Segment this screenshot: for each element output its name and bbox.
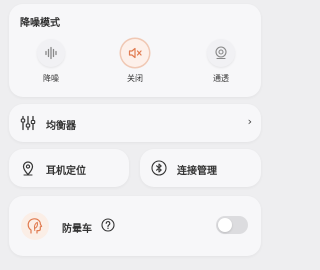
mode-label: 通透	[213, 74, 229, 83]
connection-label: 连接管理	[177, 166, 217, 177]
equalizer-label: 均衡器	[46, 121, 76, 132]
mute-speaker-icon	[121, 39, 149, 67]
locate-earbuds-button[interactable]: 耳机定位	[9, 149, 129, 187]
mode-label: 关闭	[127, 74, 143, 83]
motion-sickness-label: 防晕车	[62, 224, 92, 235]
chevron-right-icon: ›	[247, 115, 252, 128]
location-pin-icon	[20, 160, 36, 180]
motion-sickness-card: 防晕车	[9, 196, 261, 256]
noise-control-card: 降噪模式 降噪 关闭 通透	[9, 4, 261, 97]
connection-management-button[interactable]: 连接管理	[140, 149, 261, 187]
mode-transparency[interactable]: 通透	[196, 39, 246, 84]
mode-label: 降噪	[43, 74, 59, 83]
help-icon[interactable]	[101, 217, 115, 236]
noise-cancel-icon	[37, 39, 65, 67]
mode-off[interactable]: 关闭	[110, 39, 160, 84]
locate-label: 耳机定位	[46, 166, 86, 177]
noise-control-title: 降噪模式	[20, 18, 60, 29]
head-leaf-icon	[21, 212, 49, 240]
toggle-knob	[218, 218, 232, 232]
transparency-icon	[207, 39, 235, 67]
mode-noise-cancel[interactable]: 降噪	[26, 39, 76, 84]
equalizer-row[interactable]: 均衡器 ›	[9, 104, 261, 142]
bluetooth-icon	[151, 160, 167, 180]
equalizer-icon	[20, 115, 36, 135]
motion-sickness-toggle[interactable]	[216, 216, 248, 234]
